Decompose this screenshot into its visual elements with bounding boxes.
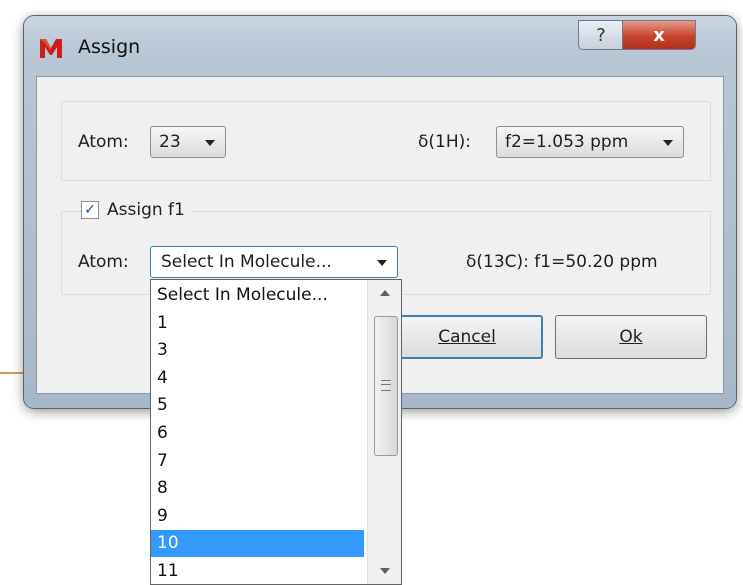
dropdown-item[interactable]: 4 — [151, 365, 364, 392]
dropdown-item[interactable]: 10 — [151, 530, 364, 558]
app-logo-icon — [40, 39, 62, 58]
grip-icon — [381, 380, 391, 391]
proton-shift-select[interactable]: f2=1.053 ppm — [496, 126, 684, 158]
title-bar[interactable]: Assign ? x — [24, 16, 736, 72]
atom-select[interactable]: 23 — [150, 126, 226, 158]
checkmark-icon: ✓ — [84, 202, 96, 218]
chevron-down-icon — [377, 260, 387, 266]
ok-button-label: Ok — [619, 327, 643, 347]
proton-shift-value: f2=1.053 ppm — [505, 132, 629, 152]
cancel-button[interactable]: Cancel — [391, 315, 543, 359]
atom-label-f1: Atom: — [78, 252, 129, 272]
proton-group: Atom: 23 δ(1H): f2=1.053 ppm — [61, 101, 711, 181]
window-title: Assign — [78, 36, 141, 58]
assign-f1-checkbox-row[interactable]: ✓ Assign f1 — [81, 200, 191, 220]
dropdown-item[interactable]: 6 — [151, 420, 364, 447]
scroll-thumb[interactable] — [374, 316, 398, 456]
dropdown-item[interactable]: 1 — [151, 310, 364, 337]
chevron-down-icon — [205, 140, 215, 146]
close-icon: x — [653, 24, 665, 46]
dropdown-item[interactable]: 8 — [151, 475, 364, 502]
chevron-down-icon — [663, 140, 673, 146]
dropdown-item[interactable]: 7 — [151, 448, 364, 475]
dropdown-item[interactable]: 9 — [151, 503, 364, 530]
cancel-button-label: Cancel — [438, 327, 496, 347]
atom-select-value: 23 — [159, 132, 181, 152]
dropdown-item[interactable]: 3 — [151, 337, 364, 364]
carbon-shift-text: δ(13C): f1=50.20 ppm — [466, 252, 658, 272]
scroll-up-icon[interactable] — [368, 280, 401, 306]
atom-f1-select-value: Select In Molecule... — [159, 251, 334, 273]
dropdown-item[interactable]: Select In Molecule... — [151, 282, 364, 309]
atom-f1-select[interactable]: Select In Molecule... — [150, 246, 398, 278]
close-button[interactable]: x — [622, 20, 696, 50]
scroll-down-icon[interactable] — [368, 558, 401, 584]
atom-label: Atom: — [78, 132, 129, 152]
assign-f1-checkbox[interactable]: ✓ — [81, 201, 99, 219]
proton-shift-label: δ(1H): — [418, 132, 471, 152]
dropdown-item[interactable]: 11 — [151, 558, 364, 584]
help-icon: ? — [596, 24, 606, 46]
atom-dropdown-list[interactable]: Select In Molecule... 1 3 4 5 6 7 8 9 10 11 — [150, 279, 402, 585]
dropdown-scrollbar[interactable] — [367, 280, 401, 584]
help-button[interactable]: ? — [578, 20, 624, 50]
assign-f1-label: Assign f1 — [107, 200, 185, 220]
ok-button[interactable]: Ok — [555, 315, 707, 359]
dropdown-item[interactable]: 5 — [151, 392, 364, 419]
